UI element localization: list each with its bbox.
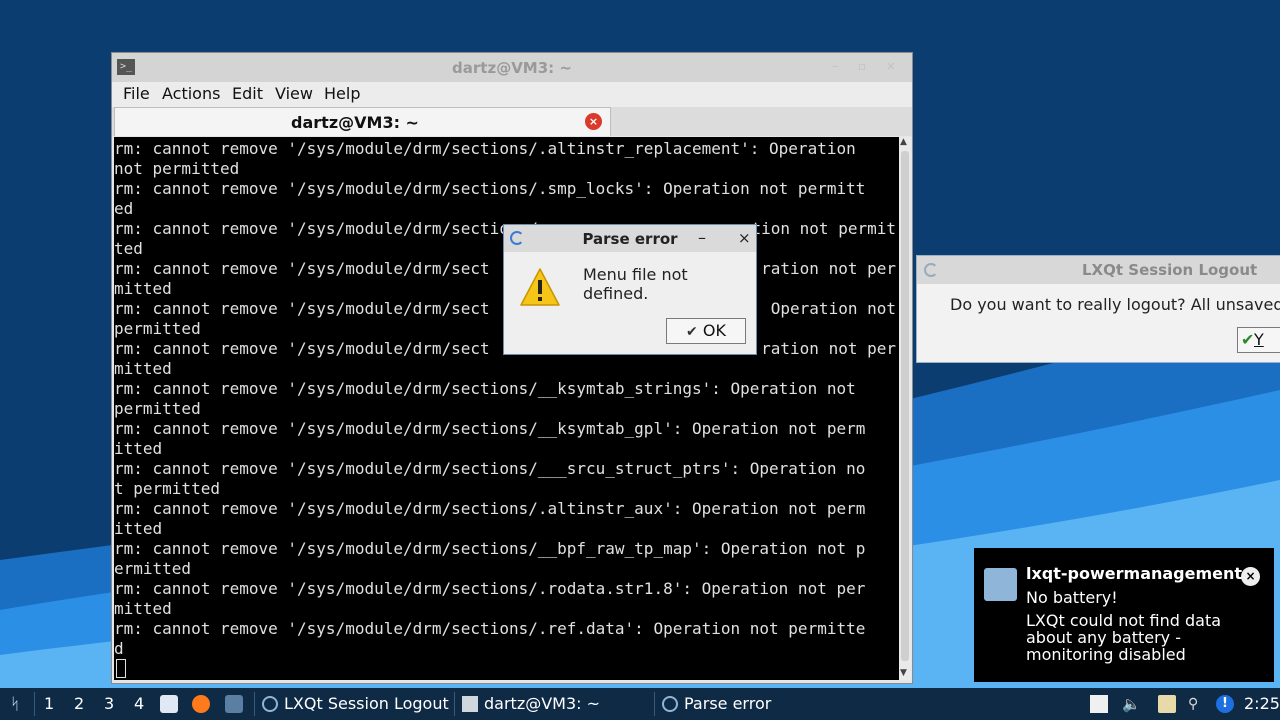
logout-title: LXQt Session Logout [1082,261,1258,279]
logout-titlebar[interactable]: LXQt Session Logout [917,256,1280,284]
lxqt-icon [924,263,938,277]
terminal-line-tail: tion not permit [751,219,897,238]
task-label: Parse error [684,694,772,713]
terminal-line: rm: cannot remove '/sys/module/drm/secti… [114,539,866,558]
terminal-scrollbar[interactable]: ▲ ▼ [899,137,911,680]
terminal-lines: rm: cannot remove '/sys/module/drm/secti… [114,139,865,659]
terminal-line: ed [114,199,134,218]
file-manager-icon[interactable] [160,695,178,713]
network-icon[interactable]: ⚲ [1188,695,1206,713]
parse-error-titlebar[interactable]: Parse error – × [504,225,756,252]
window-buttons[interactable]: – ▫ × [832,59,904,73]
terminal-line: permitted [114,399,201,418]
scroll-up-icon[interactable]: ▲ [900,137,907,147]
terminal-line: rm: cannot remove '/sys/module/drm/secti… [114,379,856,398]
terminal-output[interactable]: rm: cannot remove '/sys/module/drm/secti… [114,137,899,680]
lxqt-icon [662,696,678,712]
terminal-line-tail: ration not per [761,339,896,358]
notification-close-icon[interactable]: × [1241,567,1260,586]
tab-close-icon[interactable]: × [585,113,602,130]
warning-icon [520,268,560,306]
minimize-icon[interactable]: – [698,228,706,247]
logout-yes-label: Y [1254,330,1264,349]
terminal-tab[interactable]: dartz@VM3: ~ × [114,107,611,136]
terminal-line: rm: cannot remove '/sys/module/drm/secti… [114,619,866,638]
clock[interactable]: 2:25 [1244,694,1280,713]
logout-yes-button[interactable]: ✔ Y [1237,327,1280,353]
parse-error-title: Parse error [582,230,678,248]
separator [254,692,255,716]
start-menu-icon[interactable]: ᛋ [4,693,26,715]
terminal-window-title: dartz@VM3: ~ [452,59,572,77]
terminal-line: rm: cannot remove '/sys/module/drm/secti… [114,419,866,438]
volume-icon[interactable]: 🔈 [1122,695,1141,713]
menu-actions[interactable]: Actions [162,84,220,103]
scroll-down-icon[interactable]: ▼ [900,668,907,678]
desktop-4-button[interactable]: 4 [134,694,144,713]
parse-error-dialog: Parse error – × Menu file not defined. ✔… [503,224,757,355]
terminal-line: rm: cannot remove '/sys/module/drm/secti… [114,179,866,198]
scrollbar-thumb[interactable] [901,151,909,661]
separator [34,692,35,716]
session-logout-dialog: LXQt Session Logout Do you want to reall… [916,255,1280,363]
lxqt-bird-icon [984,568,1017,601]
parse-error-message: Menu file not defined. [583,265,688,303]
terminal-line: not permitted [114,159,240,178]
check-icon: ✔ [686,324,698,340]
terminal-line: t permitted [114,479,220,498]
logout-message: Do you want to really logout? All unsave… [950,295,1280,314]
task-terminal[interactable]: dartz@VM3: ~ [456,691,652,717]
ok-label: OK [702,321,726,340]
notification-body: LXQt could not find data about any batte… [1026,611,1222,664]
menu-view[interactable]: View [275,84,313,103]
terminal-line: rm: cannot remove '/sys/module/drm/secti… [114,459,866,478]
notification-title: lxqt-powermanagement [1026,564,1243,583]
terminal-launcher-icon[interactable] [225,695,243,713]
lxqt-icon [262,696,278,712]
terminal-tab-label: dartz@VM3: ~ [291,113,419,132]
task-parse-error[interactable]: Parse error [656,691,852,717]
terminal-cursor [116,659,126,678]
task-label: LXQt Session Logout [284,694,449,713]
terminal-icon [462,696,478,712]
notification-alert-icon[interactable]: ! [1216,695,1234,713]
power-notification[interactable]: lxqt-powermanagement × No battery! LXQt … [974,548,1274,682]
keyboard-layout-icon[interactable] [1090,695,1108,713]
terminal-line: ermitted [114,559,192,578]
terminal-line: rm: cannot remove '/sys/module/drm/secti… [114,499,866,518]
terminal-line: rm: cannot remove '/sys/module/drm/secti… [114,139,856,158]
terminal-titlebar[interactable]: >_ dartz@VM3: ~ – ▫ × [112,53,912,82]
terminal-line: itted [114,439,163,458]
task-label: dartz@VM3: ~ [484,694,601,713]
terminal-line-tail: Operation not [770,299,896,318]
notification-headline: No battery! [1026,588,1118,607]
separator [454,692,455,716]
ok-button[interactable]: ✔ OK [666,318,746,344]
desktop-1-button[interactable]: 1 [44,694,54,713]
clipboard-icon[interactable] [1158,695,1176,713]
terminal-tabbar: dartz@VM3: ~ × [112,107,912,136]
terminal-line-tail: ration not per [761,259,896,278]
terminal-window: >_ dartz@VM3: ~ – ▫ × File Actions Edit … [111,52,913,684]
terminal-line: mitted [114,599,172,618]
close-icon[interactable]: × [738,229,751,247]
task-session-logout[interactable]: LXQt Session Logout [256,691,452,717]
firefox-icon[interactable] [192,695,210,713]
terminal-line: mitted [114,359,172,378]
terminal-menubar: File Actions Edit View Help [112,82,912,107]
terminal-line: rm: cannot remove '/sys/module/drm/secti… [114,579,866,598]
taskbar: ᛋ 1 2 3 4 LXQt Session Logout dartz@VM3:… [0,688,1280,720]
check-icon: ✔ [1241,330,1255,349]
desktop-3-button[interactable]: 3 [104,694,114,713]
menu-help[interactable]: Help [324,84,360,103]
terminal-line: itted [114,519,163,538]
desktop-2-button[interactable]: 2 [74,694,84,713]
menu-file[interactable]: File [123,84,150,103]
terminal-line: d [114,639,124,658]
menu-edit[interactable]: Edit [232,84,263,103]
separator [654,692,655,716]
